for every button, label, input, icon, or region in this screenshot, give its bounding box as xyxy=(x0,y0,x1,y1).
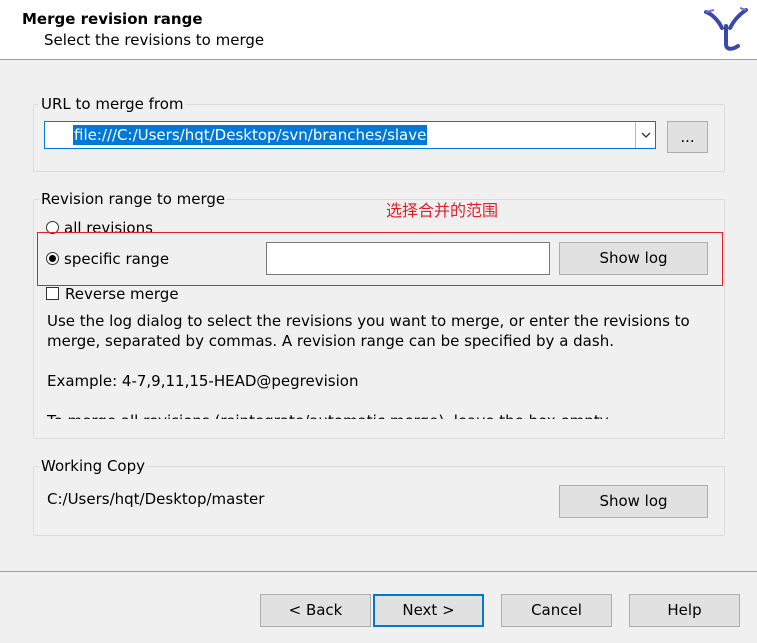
tortoisesvn-logo-icon xyxy=(704,7,748,51)
reverse-merge-label[interactable]: Reverse merge xyxy=(65,285,179,303)
footer-divider xyxy=(0,571,757,572)
revision-range-group-label: Revision range to merge xyxy=(39,190,228,208)
help-paragraph: Use the log dialog to select the revisio… xyxy=(47,312,690,350)
url-combobox[interactable]: file:///C:/Users/hqt/Desktop/svn/branche… xyxy=(44,121,656,149)
chevron-down-icon xyxy=(641,132,651,138)
back-button[interactable]: < Back xyxy=(260,594,371,627)
url-combobox-value[interactable]: file:///C:/Users/hqt/Desktop/svn/branche… xyxy=(73,125,428,145)
annotation-text: 选择合并的范围 xyxy=(386,201,499,220)
working-copy-group-label: Working Copy xyxy=(39,457,147,475)
next-button[interactable]: Next > xyxy=(373,594,484,627)
revision-help-text: Use the log dialog to select the revisio… xyxy=(47,311,707,419)
page-title: Merge revision range xyxy=(22,10,203,28)
annotation-highlight-box xyxy=(37,232,723,286)
browse-url-button[interactable]: ... xyxy=(667,121,708,153)
working-copy-show-log-button[interactable]: Show log xyxy=(559,485,708,518)
help-button[interactable]: Help xyxy=(629,594,740,627)
page-subtitle: Select the revisions to merge xyxy=(44,31,265,49)
example-text: Example: 4-7,9,11,15-HEAD@pegrevision xyxy=(47,372,359,390)
cancel-button[interactable]: Cancel xyxy=(501,594,612,627)
working-copy-path: C:/Users/hqt/Desktop/master xyxy=(47,490,265,508)
url-group-label: URL to merge from xyxy=(39,95,186,113)
truncated-help-text: To merge all revisions (reintegrate/auto… xyxy=(47,411,707,419)
wizard-header: Merge revision range Select the revision… xyxy=(0,0,757,60)
url-combobox-dropdown-button[interactable] xyxy=(635,122,655,148)
reverse-merge-checkbox[interactable] xyxy=(46,287,59,300)
